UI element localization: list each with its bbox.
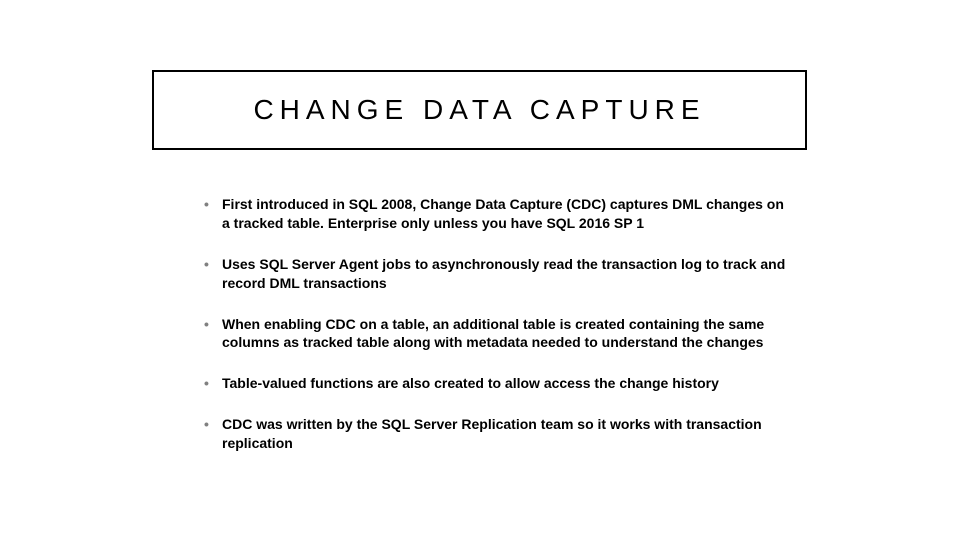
bullet-list: First introduced in SQL 2008, Change Dat… [200, 195, 790, 453]
list-item: Table-valued functions are also created … [200, 374, 790, 393]
list-item: CDC was written by the SQL Server Replic… [200, 415, 790, 453]
list-item: First introduced in SQL 2008, Change Dat… [200, 195, 790, 233]
list-item: When enabling CDC on a table, an additio… [200, 315, 790, 353]
slide: CHANGE DATA CAPTURE First introduced in … [0, 0, 960, 540]
list-item: Uses SQL Server Agent jobs to asynchrono… [200, 255, 790, 293]
title-box: CHANGE DATA CAPTURE [152, 70, 807, 150]
content-area: First introduced in SQL 2008, Change Dat… [200, 195, 790, 475]
slide-title: CHANGE DATA CAPTURE [174, 94, 785, 126]
